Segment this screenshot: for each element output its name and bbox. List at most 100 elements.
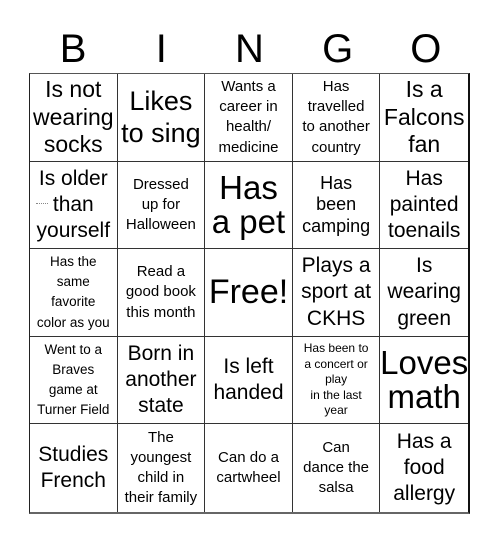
cell-text: Dressed up for Halloween <box>126 175 196 236</box>
bingo-cell-i3[interactable]: Read a good book this month <box>117 249 206 337</box>
cell-text-line: Is older <box>38 166 108 190</box>
cell-text-line: Braves <box>52 361 95 377</box>
cell-text-line: Has been to <box>303 341 369 356</box>
cell-text-line: The <box>147 428 174 446</box>
cell-text-line: Is <box>416 254 433 278</box>
bingo-cell-o2[interactable]: Has painted toenails <box>380 162 468 250</box>
cell-text-line: salsa <box>318 479 354 497</box>
cell-text-line: toenails <box>387 219 461 243</box>
cell-text-line: dance the <box>303 459 370 477</box>
bingo-cell-g2[interactable]: Has been camping <box>292 161 381 250</box>
cell-text: Can do a cartwheel <box>216 448 280 489</box>
cell-text-line: Loves <box>380 344 468 382</box>
cell-text: The youngest child in their family <box>125 428 198 509</box>
cell-text: Can dance the salsa <box>303 438 369 499</box>
bingo-cell-o3[interactable]: Is wearing green <box>380 249 468 337</box>
cell-text-line: same <box>56 274 90 290</box>
bingo-cell-o5[interactable]: Has a food allergy <box>380 424 468 512</box>
cell-text-line: Has <box>219 169 278 207</box>
free-space-cell[interactable]: Free! <box>205 249 293 337</box>
dotted-line-artifact <box>36 203 48 204</box>
cell-text-line: Born in <box>127 341 195 365</box>
cell-text: Has painted toenails <box>388 166 460 245</box>
cell-text: Likes to sing <box>121 85 201 150</box>
cell-text-line: travelled <box>307 98 365 116</box>
cell-text-line: fan <box>408 131 441 158</box>
cell-text-line: favorite <box>51 294 96 310</box>
bingo-cell-b1[interactable]: Is not wearing socks <box>30 74 118 162</box>
cell-text-line: good book <box>125 283 196 301</box>
bingo-cell-n1[interactable]: Wants a career in health/medicine <box>205 74 293 162</box>
cell-text: Is a Falcons fan <box>384 76 465 159</box>
cell-text-line: wearing <box>387 280 461 304</box>
cell-text-line: Dressed <box>132 175 189 193</box>
cell-text: Free! <box>209 275 288 309</box>
bingo-cell-g5[interactable]: Can dance the salsa <box>293 424 381 512</box>
cell-text-line: Plays a <box>301 254 371 278</box>
cell-text: Loves math <box>380 346 468 413</box>
bingo-cell-g1[interactable]: Has travelled to another country <box>292 74 381 162</box>
cell-text-line: Is a <box>405 75 443 102</box>
cell-text-line: socks <box>43 131 103 158</box>
bingo-cell-o4[interactable]: Loves math <box>380 337 468 425</box>
cell-text-line: to sing <box>121 118 201 149</box>
bingo-cell-g3[interactable]: Plays a sport at CKHS <box>292 249 381 337</box>
cell-text-line: yourself <box>36 219 111 243</box>
cell-text-line: French <box>40 469 106 493</box>
cell-text-line: play <box>325 372 348 387</box>
bingo-cell-i5[interactable]: The youngest child in their family <box>118 424 206 512</box>
bingo-cell-i2[interactable]: Dressed up for Halloween <box>117 161 206 250</box>
cell-text-line: Wants a <box>221 77 276 95</box>
bingo-cell-n4[interactable]: Is left handed <box>205 336 293 425</box>
cell-text: Went to a Braves game at Turner Field <box>37 340 109 421</box>
bingo-cell-b3[interactable]: Has the same favorite color as you <box>30 249 118 337</box>
cell-text: Read a good book this month <box>126 262 196 323</box>
cell-text: Has travelled to another country <box>302 77 370 158</box>
cell-text-line: Falcons <box>383 103 465 130</box>
cell-text: Plays a sport at CKHS <box>301 253 371 332</box>
cell-text: Has the same favorite color as you <box>37 252 110 333</box>
header-letter-b: B <box>59 27 87 71</box>
cell-text-line: Has <box>322 77 350 95</box>
cell-text: Is wearing green <box>387 253 461 332</box>
cell-text-line: Is left <box>223 354 274 378</box>
cell-text: Is left handed <box>213 354 283 407</box>
cell-text-line: Read a <box>136 263 186 281</box>
cell-text-line: career in <box>219 98 278 116</box>
cell-text-line: medicine <box>218 138 279 156</box>
bingo-cell-i4[interactable]: Born in another state <box>117 336 206 425</box>
bingo-cell-i1[interactable]: Likes to sing <box>117 74 206 162</box>
bingo-cell-b4[interactable]: Went to a Braves game at Turner Field <box>30 336 118 425</box>
cell-text-line: a concert or <box>304 356 368 371</box>
bingo-cell-n2[interactable]: Has a pet <box>205 161 293 250</box>
cell-text-line: cartwheel <box>216 469 281 487</box>
cell-text-line: Free! <box>208 273 289 312</box>
cell-text-line: up for <box>141 195 181 213</box>
cell-text: Has been camping <box>302 173 370 238</box>
header-letter-n: N <box>235 27 264 71</box>
cell-text-line: than <box>52 192 94 216</box>
cell-text-line: Has <box>320 172 353 193</box>
cell-text: Has been to a concert or play in the last ye… <box>304 341 369 419</box>
cell-text-line: camping <box>302 215 371 236</box>
bingo-cell-o1[interactable]: Is a Falcons fan <box>380 74 468 162</box>
cell-text-line: Has a <box>396 429 452 453</box>
cell-text-line: wearing <box>33 103 114 130</box>
bingo-cell-g4[interactable]: Has been to a concert or play in the last ye… <box>292 336 381 425</box>
cell-text-line: been <box>316 194 357 215</box>
bingo-cell-b2[interactable]: Is older than yourself <box>30 161 118 250</box>
cell-text-line: color as you <box>36 314 110 330</box>
bingo-cell-b5[interactable]: Studies French <box>30 424 118 512</box>
cell-text-line: Can do a <box>218 448 279 466</box>
cell-text: Is older than yourself <box>37 166 111 245</box>
cell-text: Wants a career in health/medicine <box>218 77 278 158</box>
cell-text-line: Studies <box>38 442 109 466</box>
cell-text-line: CKHS <box>306 306 366 330</box>
cell-text-line: their family <box>124 489 198 507</box>
cell-text-line: game at <box>48 382 98 398</box>
bingo-cell-n5[interactable]: Can do a cartwheel <box>205 424 293 512</box>
cell-text-line: Likes <box>129 85 193 116</box>
cell-text-line: allergy <box>393 482 456 506</box>
cell-text-line: Can <box>322 438 350 456</box>
bingo-card-grid: Is not wearing socks Likes to sing Wants a car… <box>29 73 470 514</box>
